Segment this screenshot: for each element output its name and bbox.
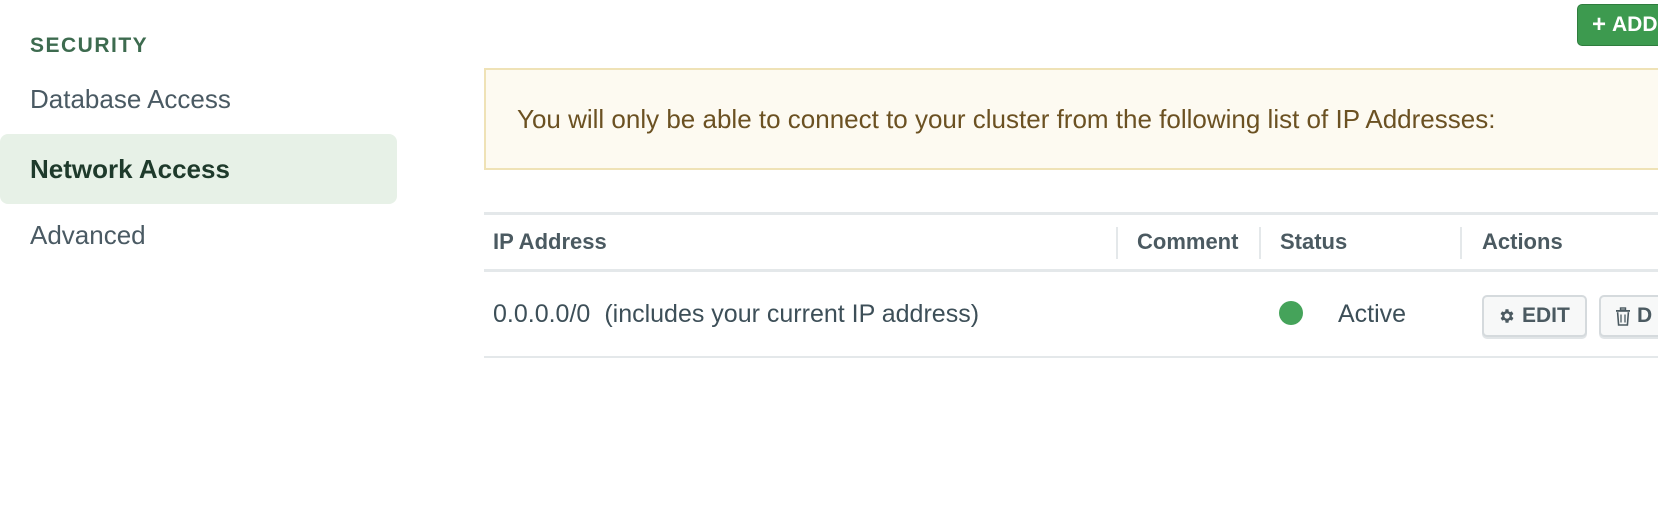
ip-address-cell: 0.0.0.0/0 (includes your current IP addr… xyxy=(493,272,979,356)
ip-address-note: (includes your current IP address) xyxy=(604,299,980,328)
sidebar-item-label: Network Access xyxy=(30,153,230,184)
edit-button[interactable]: EDIT xyxy=(1482,295,1587,337)
trash-icon xyxy=(1615,306,1631,326)
sidebar-item-label: Advanced xyxy=(30,219,146,250)
banner-text: You will only be able to connect to your… xyxy=(517,103,1496,134)
column-divider xyxy=(1460,227,1462,259)
sidebar-section-heading: SECURITY xyxy=(30,34,149,57)
column-header-status[interactable]: Status xyxy=(1280,215,1347,269)
table-row: 0.0.0.0/0 (includes your current IP addr… xyxy=(484,272,1658,358)
sidebar-item-label: Database Access xyxy=(30,83,231,114)
column-header-ip-address[interactable]: IP Address xyxy=(493,215,607,269)
sidebar-item-database-access[interactable]: Database Access xyxy=(0,64,397,134)
sidebar-item-network-access[interactable]: Network Access xyxy=(0,134,397,204)
column-header-comment[interactable]: Comment xyxy=(1137,215,1238,269)
add-button-label: ADD xyxy=(1612,13,1658,36)
delete-button-label: D xyxy=(1637,304,1653,327)
edit-button-label: EDIT xyxy=(1522,304,1570,327)
security-sidebar: SECURITY Database Access Network Access … xyxy=(0,0,400,516)
sidebar-item-advanced[interactable]: Advanced xyxy=(0,200,397,270)
delete-button[interactable]: D xyxy=(1599,295,1658,337)
ip-address-value: 0.0.0.0/0 xyxy=(493,299,591,328)
column-divider xyxy=(1116,227,1118,259)
status-active-indicator-icon xyxy=(1279,301,1303,325)
ip-access-info-banner: You will only be able to connect to your… xyxy=(484,68,1658,170)
plus-icon: + xyxy=(1592,11,1607,38)
add-ip-address-button[interactable]: + ADD xyxy=(1577,4,1658,46)
column-header-actions: Actions xyxy=(1482,229,1563,254)
column-divider xyxy=(1259,227,1261,259)
table-header: IP Address Comment Status Actions xyxy=(484,212,1658,272)
gear-icon xyxy=(1498,307,1516,325)
status-text: Active xyxy=(1338,299,1407,328)
ip-access-list-table: IP Address Comment Status Actions 0.0.0.… xyxy=(484,212,1658,358)
